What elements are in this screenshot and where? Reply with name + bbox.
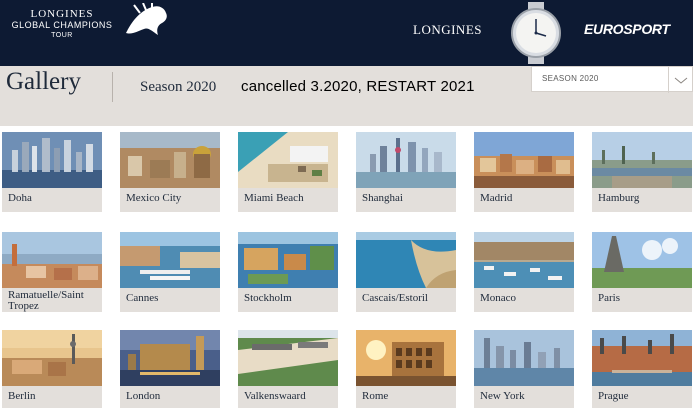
gallery-item-label: Hamburg [592, 188, 692, 212]
gallery-item-label: Mexico City [120, 188, 220, 212]
horse-logo-icon [126, 3, 167, 35]
hamburg-thumbnail[interactable] [592, 132, 692, 188]
gallery-item-label: Rome [356, 386, 456, 408]
sponsor-logo[interactable]: LONGINES [413, 22, 482, 38]
gallery-item-label: Valkenswaard [238, 386, 338, 408]
rome-thumbnail[interactable] [356, 330, 456, 386]
brand-line-1: LONGINES [30, 8, 94, 20]
season-dropdown[interactable]: SEASON 2020 [531, 66, 693, 93]
gallery-item-label: Cascais/Estoril [356, 288, 456, 312]
gallery-item-label: Miami Beach [238, 188, 338, 212]
page-title: Gallery [6, 68, 81, 95]
stockholm-thumbnail[interactable] [238, 232, 338, 288]
prague-thumbnail[interactable] [592, 330, 692, 386]
paris-thumbnail[interactable] [592, 232, 692, 288]
valkenswaard-thumbnail[interactable] [238, 330, 338, 386]
gallery-item-label: London [120, 386, 220, 408]
brand-line-2: GLOBAL CHAMPIONS [11, 20, 113, 30]
ramatuelle-thumbnail[interactable] [2, 232, 102, 288]
gallery-item-label: Doha [2, 188, 102, 212]
gallery-item-label: Stockholm [238, 288, 338, 312]
dropdown-divider [668, 67, 669, 93]
chevron-down-icon[interactable] [673, 74, 689, 86]
gallery-titlebar: Gallery Season 2020 cancelled 3.2020, RE… [0, 66, 693, 126]
berlin-thumbnail[interactable] [2, 330, 102, 386]
gallery-item-label: Monaco [474, 288, 574, 312]
doha-thumbnail[interactable] [2, 132, 102, 188]
watch-icon [511, 2, 561, 64]
brand-logo[interactable]: LONGINES GLOBAL CHAMPIONS TOUR [6, 8, 118, 40]
cannes-thumbnail[interactable] [120, 232, 220, 288]
mexico-city-thumbnail[interactable] [120, 132, 220, 188]
brand-line-3: TOUR [51, 32, 73, 39]
new-york-thumbnail[interactable] [474, 330, 574, 386]
gallery-item-label: Cannes [120, 288, 220, 312]
gallery-item-label: New York [474, 386, 574, 408]
gallery-item-label: Madrid [474, 188, 574, 212]
madrid-thumbnail[interactable] [474, 132, 574, 188]
season-dropdown-value: SEASON 2020 [542, 74, 599, 83]
site-header: LONGINES GLOBAL CHAMPIONS TOUR LONGINES … [0, 0, 693, 66]
title-divider [112, 72, 113, 102]
broadcaster-logo[interactable]: EUROSPORT [584, 21, 670, 37]
shanghai-thumbnail[interactable] [356, 132, 456, 188]
cascais-thumbnail[interactable] [356, 232, 456, 288]
miami-beach-thumbnail[interactable] [238, 132, 338, 188]
gallery-item-label: Paris [592, 288, 692, 312]
season-heading: Season 2020 [140, 79, 217, 95]
cancellation-note: cancelled 3.2020, RESTART 2021 [241, 78, 475, 95]
gallery-item-label: Shanghai [356, 188, 456, 212]
london-thumbnail[interactable] [120, 330, 220, 386]
gallery-item-label: Berlin [2, 386, 102, 408]
gallery-item-label: Prague [592, 386, 692, 408]
monaco-thumbnail[interactable] [474, 232, 574, 288]
gallery-item-label: Ramatuelle/Saint Tropez [2, 288, 102, 312]
